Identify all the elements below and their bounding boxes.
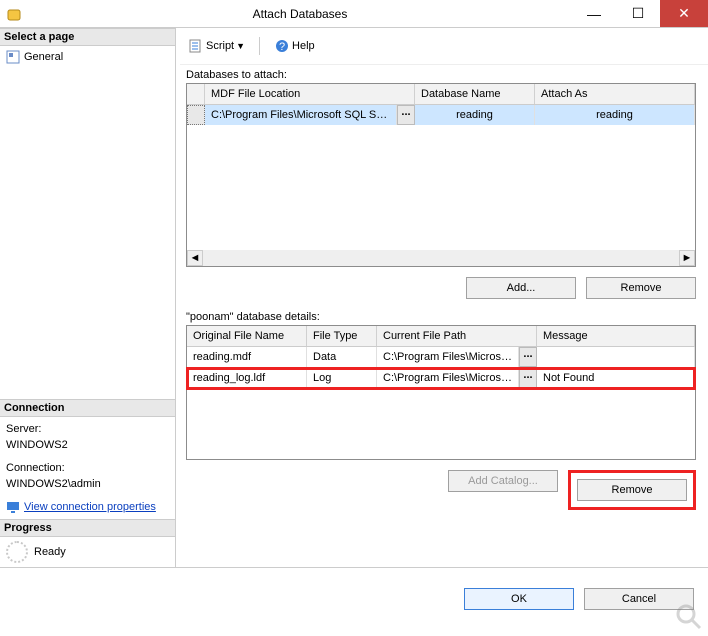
minimize-button[interactable]: — [572, 0, 616, 27]
databases-to-attach-label: Databases to attach: [180, 65, 708, 83]
dropdown-arrow-icon: ▼ [236, 41, 245, 51]
maximize-button[interactable]: ☐ [616, 0, 660, 27]
remove-details-button[interactable]: Remove [577, 479, 687, 501]
help-icon: ? [274, 38, 290, 54]
cell-msg-0 [537, 347, 695, 367]
col-database-name[interactable]: Database Name [415, 84, 535, 104]
page-icon [6, 50, 20, 64]
view-connection-properties-link[interactable]: View connection properties [24, 499, 156, 516]
database-details-label: "poonam" database details: [180, 307, 708, 325]
script-icon [188, 38, 204, 54]
add-catalog-button: Add Catalog... [448, 470, 558, 492]
browse-path-1-button[interactable]: ... [519, 368, 537, 388]
remove-attach-button[interactable]: Remove [586, 277, 696, 299]
cell-attach-as[interactable]: reading [535, 105, 695, 125]
details-table: Original File Name File Type Current Fil… [186, 325, 696, 460]
details-row-log[interactable]: reading_log.ldf Log C:\Program Files\Mic… [187, 368, 695, 389]
dialog-footer: OK Cancel [0, 568, 708, 618]
cell-curpath-1: C:\Program Files\Microso... [377, 368, 519, 388]
connection-label: Connection: [6, 460, 169, 477]
connection-header: Connection [0, 399, 175, 417]
app-icon [6, 6, 22, 22]
help-label: Help [292, 40, 315, 52]
select-page-header: Select a page [0, 28, 175, 46]
cell-orig-0: reading.mdf [187, 347, 307, 367]
col-mdf-location[interactable]: MDF File Location [205, 84, 415, 104]
scroll-right-icon[interactable]: ► [679, 250, 695, 266]
cell-ftype-1: Log [307, 368, 377, 388]
toolbar-separator [259, 37, 260, 55]
server-value: WINDOWS2 [6, 437, 169, 454]
browse-mdf-button[interactable]: ... [397, 105, 415, 125]
col-original-file-name[interactable]: Original File Name [187, 326, 307, 346]
remove-highlight: Remove [568, 470, 696, 510]
scroll-left-icon[interactable]: ◄ [187, 250, 203, 266]
col-message[interactable]: Message [537, 326, 695, 346]
progress-spinner-icon [6, 541, 28, 563]
window-title: Attach Databases [28, 7, 572, 21]
page-general[interactable]: General [6, 50, 169, 64]
row-selector[interactable] [187, 105, 205, 125]
cell-ftype-0: Data [307, 347, 377, 367]
progress-status: Ready [34, 546, 66, 558]
add-button[interactable]: Add... [466, 277, 576, 299]
browse-path-0-button[interactable]: ... [519, 347, 537, 367]
script-button[interactable]: Script ▼ [184, 36, 249, 56]
attach-row[interactable]: C:\Program Files\Microsoft SQL Ser... ..… [187, 105, 695, 125]
cell-dbname: reading [415, 105, 535, 125]
script-label: Script [206, 40, 234, 52]
server-label: Server: [6, 421, 169, 438]
toolbar: Script ▼ ? Help [180, 34, 708, 65]
horizontal-scrollbar[interactable]: ◄ ► [187, 250, 695, 266]
ok-button[interactable]: OK [464, 588, 574, 610]
connection-value: WINDOWS2\admin [6, 476, 169, 493]
title-bar: Attach Databases — ☐ ✕ [0, 0, 708, 28]
col-current-file-path[interactable]: Current File Path [377, 326, 537, 346]
cell-msg-1: Not Found [537, 368, 695, 388]
details-row-data[interactable]: reading.mdf Data C:\Program Files\Micros… [187, 347, 695, 368]
magnifier-watermark-icon [674, 602, 704, 632]
monitor-icon [6, 500, 20, 514]
progress-header: Progress [0, 519, 175, 537]
left-sidebar: Select a page General Connection Server:… [0, 28, 176, 567]
col-file-type[interactable]: File Type [307, 326, 377, 346]
svg-text:?: ? [279, 41, 285, 53]
cell-mdf-path: C:\Program Files\Microsoft SQL Ser... [205, 105, 397, 125]
cell-curpath-0: C:\Program Files\Microso... [377, 347, 519, 367]
page-general-label: General [24, 51, 63, 63]
attach-table: MDF File Location Database Name Attach A… [186, 83, 696, 267]
cell-orig-1: reading_log.ldf [187, 368, 307, 388]
col-attach-as[interactable]: Attach As [535, 84, 695, 104]
close-button[interactable]: ✕ [660, 0, 708, 27]
help-button[interactable]: ? Help [270, 36, 319, 56]
